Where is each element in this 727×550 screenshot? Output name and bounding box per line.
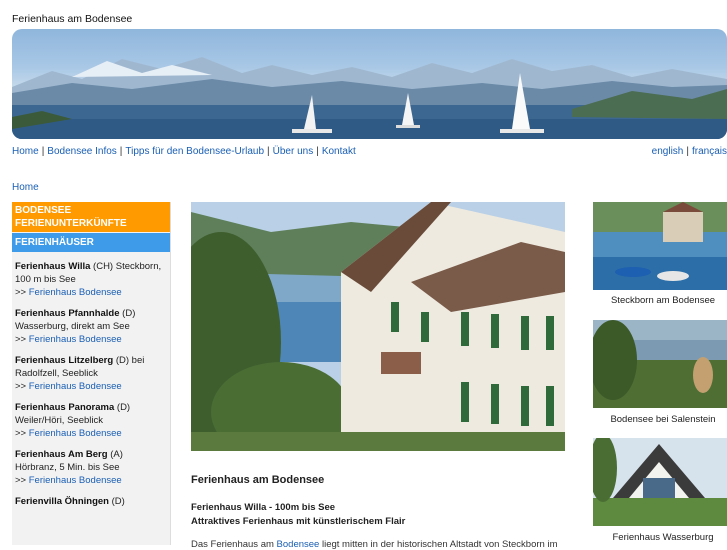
nav-tipps[interactable]: Tipps für den Bodensee-Urlaub (125, 146, 264, 157)
sidebar-list-item: Ferienhaus Panorama (D) Weiler/Höri, See… (15, 401, 167, 440)
sidebar-list-item: Ferienhaus Am Berg (A) Hörbranz, 5 Min. … (15, 448, 167, 487)
listing-more-prefix: >> (15, 334, 29, 345)
main-subheading: Ferienhaus Willa - 100m bis See Attrakti… (191, 501, 405, 529)
sidebar-category-header[interactable]: Bodensee Ferienunterkünfte (12, 202, 170, 232)
thumb-salenstein-caption: Bodensee bei Salenstein (610, 414, 716, 425)
sidebar-list-item: Ferienhaus Willa (CH) Steckborn, 100 m b… (15, 260, 167, 299)
listing-link[interactable]: Ferienhaus Bodensee (29, 428, 122, 439)
sidebar-list-item: Ferienhaus Pfannhalde (D) Wasserburg, di… (15, 307, 167, 346)
nav-separator: | (316, 146, 319, 157)
listing-more-prefix: >> (15, 475, 29, 486)
listing-name: Ferienhaus Willa (15, 261, 91, 272)
sidebar-subcategory-header[interactable]: Ferienhäuser (12, 233, 170, 252)
nav-separator: | (119, 146, 123, 157)
listing-name: Ferienhaus Litzelberg (15, 355, 114, 366)
nav-kontakt[interactable]: Kontakt (322, 146, 356, 157)
site-title: Ferienhaus am Bodensee (12, 13, 133, 25)
nav-separator: | (41, 146, 45, 157)
breadcrumb: Home (12, 182, 39, 193)
sidebar-list: Ferienhaus Willa (CH) Steckborn, 100 m b… (12, 252, 170, 508)
main-subheading-line-1: Ferienhaus Willa - 100m bis See (191, 502, 336, 513)
sidebar-list-item: Ferienhaus Litzelberg (D) bei Radolfzell… (15, 354, 167, 393)
main-subheading-line-2: Attraktives Ferienhaus mit künstlerische… (191, 516, 406, 527)
lang-english-link[interactable]: english (652, 146, 684, 157)
sidebar: Bodensee Ferienunterkünfte Ferienhäuser … (12, 202, 171, 545)
sidebar-list-item: Ferienvilla Öhningen (D) (15, 495, 167, 508)
main-house-photo (191, 202, 565, 451)
nav-bodensee-infos[interactable]: Bodensee Infos (47, 146, 117, 157)
listing-name: Ferienhaus Pfannhalde (15, 308, 120, 319)
listing-more-prefix: >> (15, 428, 29, 439)
top-navigation: Home | Bodensee Infos | Tipps für den Bodens… (12, 146, 356, 157)
listing-name: Ferienhaus Panorama (15, 402, 115, 413)
nav-ueber-uns[interactable]: Über uns (273, 146, 314, 157)
listing-link[interactable]: Ferienhaus Bodensee (29, 287, 122, 298)
thumb-steckborn-photo[interactable] (593, 202, 727, 290)
listing-link[interactable]: Ferienhaus Bodensee (29, 475, 122, 486)
listing-more-prefix: >> (15, 381, 29, 392)
lang-separator: | (686, 146, 689, 157)
listing-name: Ferienvilla Öhningen (15, 496, 109, 507)
lang-francais-link[interactable]: français (692, 146, 727, 157)
listing-name: Ferienhaus Am Berg (15, 449, 108, 460)
header-banner-image (12, 29, 727, 139)
thumb-salenstein-photo[interactable] (593, 320, 727, 408)
main-heading: Ferienhaus am Bodensee (191, 474, 325, 486)
nav-separator: | (267, 146, 270, 157)
listing-link[interactable]: Ferienhaus Bodensee (29, 381, 122, 392)
language-navigation: english | français (652, 146, 727, 157)
thumb-steckborn-caption: Steckborn am Bodensee (610, 295, 716, 306)
thumb-wasserburg-photo[interactable] (593, 438, 727, 526)
listing-more-prefix: >> (15, 287, 29, 298)
listing-link[interactable]: Ferienhaus Bodensee (29, 334, 122, 345)
breadcrumb-home-link[interactable]: Home (12, 182, 39, 193)
listing-description: (D) (108, 496, 125, 507)
nav-home[interactable]: Home (12, 146, 39, 157)
thumb-wasserburg-caption: Ferienhaus Wasserburg (612, 532, 714, 543)
